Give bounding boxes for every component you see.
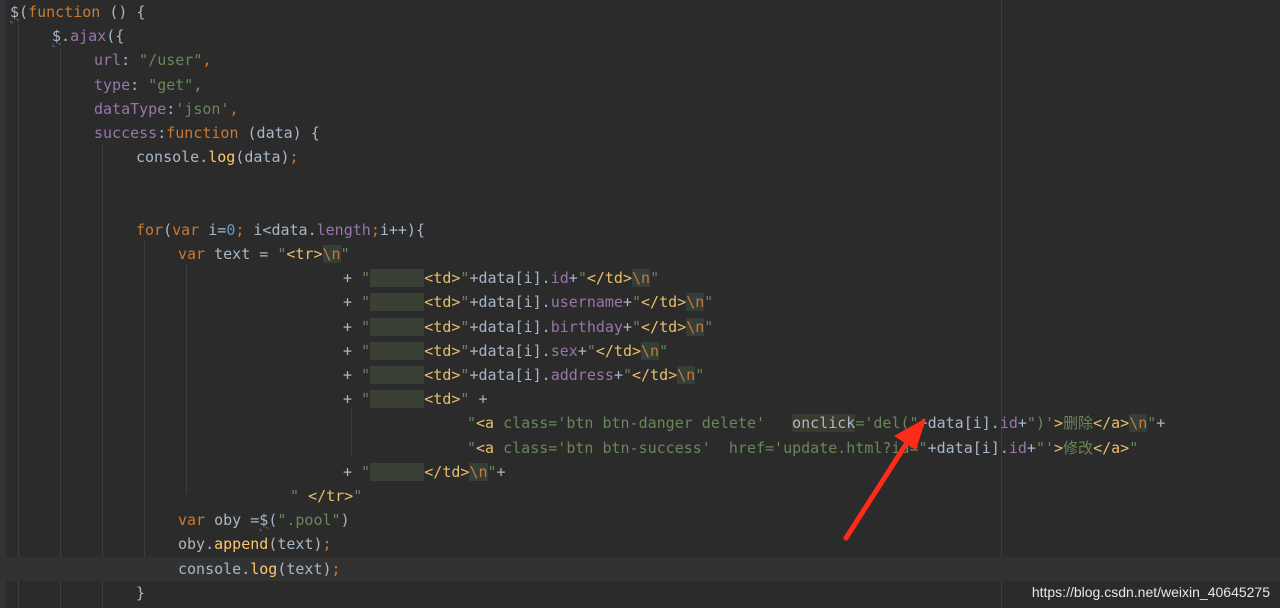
- code-editor[interactable]: $(function () {$.ajax({url: "/user", type…: [0, 0, 1280, 608]
- red-annotation-arrow: [843, 418, 926, 541]
- watermark-text: https://blog.csdn.net/weixin_40645275: [1031, 584, 1270, 600]
